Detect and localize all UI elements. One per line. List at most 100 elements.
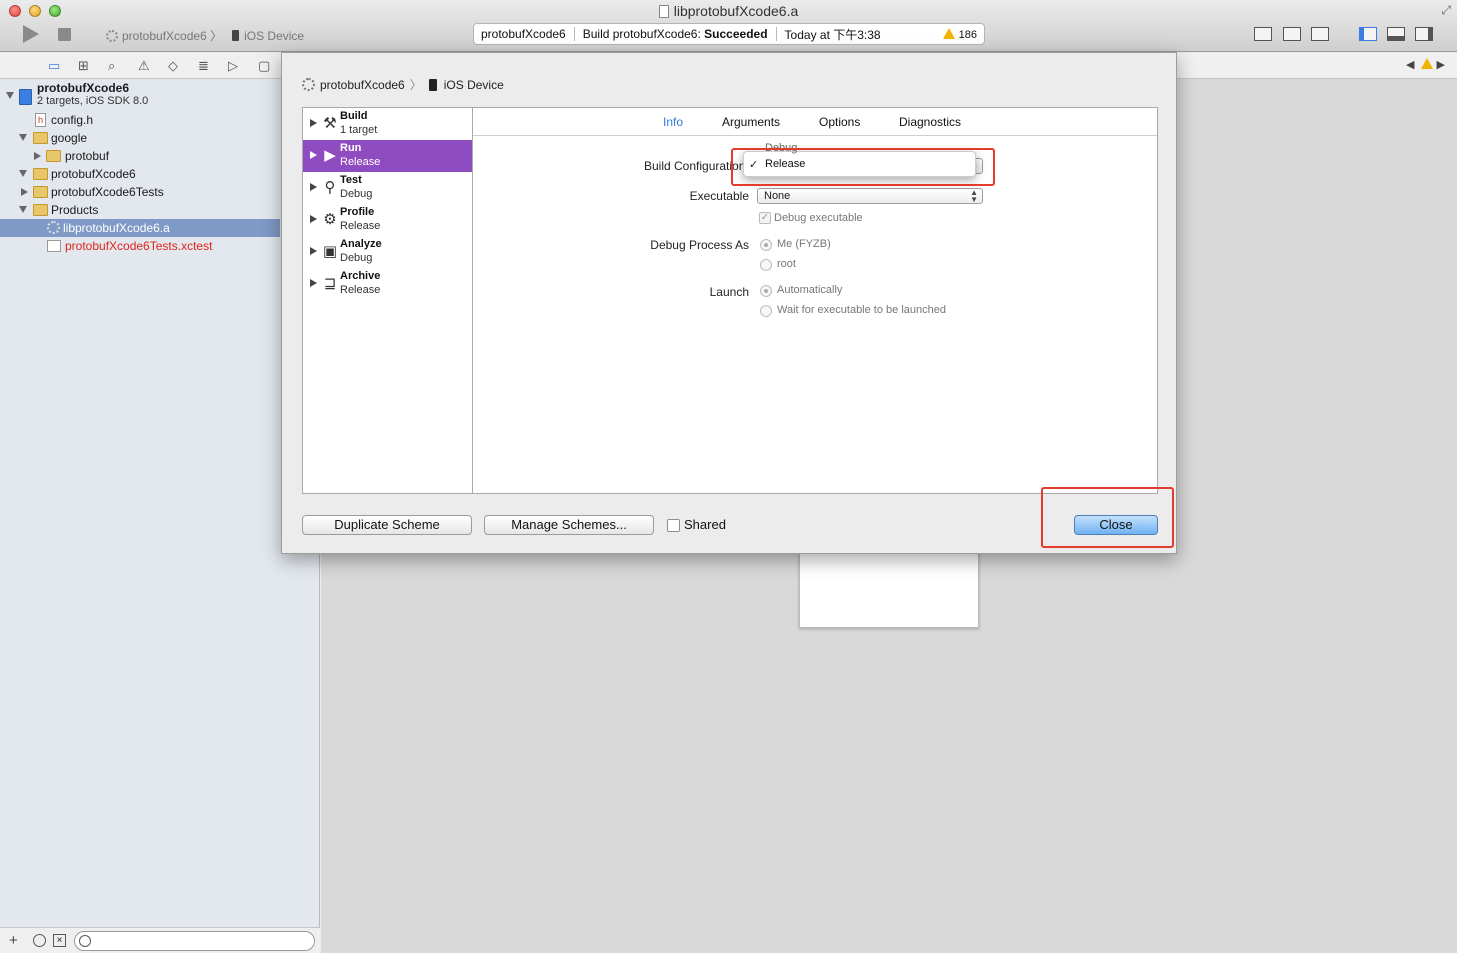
stop-button[interactable] (58, 28, 71, 41)
issue-navigator-icon[interactable]: ⚠ (138, 58, 150, 74)
analyze-icon: ▣ (322, 242, 338, 260)
document-icon (658, 5, 669, 18)
disclosure-icon[interactable] (310, 215, 317, 223)
tree-row-protobuf[interactable]: protobuf (0, 147, 280, 165)
debug-process-root-radio[interactable] (760, 259, 772, 271)
search-icon[interactable]: ⌕ (108, 58, 115, 74)
disclosure-icon[interactable] (19, 134, 27, 141)
tab-arguments[interactable]: Arguments (722, 115, 780, 129)
action-archive[interactable]: ⊒ Archive Release (303, 268, 472, 300)
launch-wait-radio[interactable] (760, 305, 772, 317)
tab-diagnostics[interactable]: Diagnostics (899, 115, 961, 129)
version-editor-icon[interactable] (1311, 27, 1329, 41)
disclosure-icon[interactable] (310, 183, 317, 191)
warning-icon (1421, 58, 1434, 69)
warning-icon (942, 27, 955, 39)
tree-row-protobufxcode6tests[interactable]: protobufXcode6Tests (0, 183, 280, 201)
tree-row-google[interactable]: google (0, 129, 280, 147)
folder-icon (46, 150, 61, 162)
folder-icon (33, 186, 48, 198)
shared-label: Shared (684, 517, 726, 532)
disclosure-icon[interactable] (310, 279, 317, 287)
action-analyze[interactable]: ▣ Analyze Debug (303, 236, 472, 268)
run-button[interactable] (23, 25, 39, 43)
tree-row-config-h[interactable]: h config.h (0, 111, 280, 129)
scheme-editor-sheet: protobufXcode6 〉 iOS Device ⚒ Build 1 targ… (281, 52, 1177, 554)
tree-row-products[interactable]: Products (0, 201, 280, 219)
window-title: libprotobufXcode6.a (0, 3, 1457, 19)
project-row[interactable]: protobufXcode6 2 targets, iOS SDK 8.0 (0, 80, 280, 112)
warning-badge[interactable]: 186 (942, 27, 977, 41)
build-configuration-label: Build Configuration (644, 159, 743, 173)
breakpoint-navigator-icon[interactable]: ▷ (228, 58, 238, 74)
tree-row-xctest[interactable]: protobufXcode6Tests.xctest (0, 237, 280, 255)
tree-row-libprotobufxcode6-a[interactable]: libprotobufXcode6.a (0, 219, 280, 237)
log-navigator-icon[interactable]: ▢ (258, 58, 270, 74)
debug-navigator-icon[interactable]: ≣ (198, 58, 209, 74)
project-icon (19, 89, 32, 105)
project-navigator: ▭ ⊞ ⌕ ⚠ ◇ ≣ ▷ ▢ protobufXcode6 2 targets… (0, 53, 320, 953)
action-test[interactable]: ⚲ Test Debug (303, 172, 472, 204)
disclosure-icon[interactable] (21, 188, 28, 196)
scheme-breadcrumb[interactable]: protobufXcode6 〉 iOS Device (302, 76, 504, 93)
assistant-editor-icon[interactable] (1283, 27, 1301, 41)
recent-files-icon[interactable] (33, 934, 46, 947)
folder-icon (33, 168, 48, 180)
disclosure-icon[interactable] (310, 119, 317, 127)
executable-label: Executable (689, 189, 749, 203)
add-icon[interactable]: + (9, 932, 18, 949)
test-navigator-icon[interactable]: ◇ (168, 58, 178, 74)
debug-process-label: Debug Process As (650, 238, 749, 252)
manage-schemes-button[interactable]: Manage Schemes... (484, 515, 654, 535)
debug-process-me-radio[interactable] (760, 239, 772, 251)
symbol-navigator-icon[interactable]: ⊞ (78, 58, 89, 74)
debug-executable-checkbox[interactable]: ✓ (759, 212, 771, 224)
filter-input[interactable] (74, 931, 315, 951)
launch-label: Launch (709, 285, 749, 299)
action-profile[interactable]: ⚙ Profile Release (303, 204, 472, 236)
scheme-selector[interactable]: protobufXcode6 〉 iOS Device (106, 27, 304, 44)
toggle-navigator-icon[interactable] (1359, 27, 1377, 41)
shared-checkbox[interactable] (667, 519, 680, 532)
disclosure-icon[interactable] (34, 152, 41, 160)
toggle-utilities-icon[interactable] (1415, 27, 1433, 41)
annotation-highlight-config (731, 148, 995, 186)
launch-automatically-radio[interactable] (760, 285, 772, 297)
navigator-filter-bar: + × (0, 927, 320, 953)
instruments-icon: ⚙ (323, 210, 337, 228)
debug-executable-label: Debug executable (774, 212, 863, 224)
navigator-selector-bar: ▭ ⊞ ⌕ ⚠ ◇ ≣ ▷ ▢ (0, 53, 319, 79)
folder-icon (33, 132, 48, 144)
tree-row-protobufxcode6[interactable]: protobufXcode6 (0, 165, 280, 183)
library-icon (47, 221, 60, 234)
activity-viewer: protobufXcode6 Build protobufXcode6: Suc… (473, 23, 985, 45)
bundle-icon (47, 240, 61, 252)
wrench-icon: ⚲ (324, 178, 336, 196)
fullscreen-icon[interactable]: ⤢ (1441, 3, 1451, 18)
play-icon: ▶ (324, 146, 336, 164)
toggle-debug-area-icon[interactable] (1387, 27, 1405, 41)
disclosure-icon[interactable] (6, 92, 14, 99)
disclosure-icon[interactable] (310, 247, 317, 255)
disclosure-icon[interactable] (19, 170, 27, 177)
folder-icon[interactable]: ▭ (48, 58, 60, 74)
folder-icon (33, 204, 48, 216)
issue-navigation[interactable]: ◀ ▶ (1406, 58, 1445, 71)
device-icon (232, 30, 240, 41)
tab-info[interactable]: Info (663, 115, 683, 129)
window-toolbar: libprotobufXcode6.a ⤢ protobufXcode6 〉 iO… (0, 0, 1457, 52)
action-run[interactable]: ▶ Run Release (303, 140, 472, 172)
tab-options[interactable]: Options (819, 115, 860, 129)
standard-editor-icon[interactable] (1254, 27, 1272, 41)
scheme-action-list: ⚒ Build 1 target ▶ Run Release ⚲ Test De… (302, 107, 473, 494)
source-control-filter-icon[interactable]: × (53, 934, 66, 947)
executable-popup[interactable]: None ▲ ▼ (757, 188, 983, 204)
disclosure-icon[interactable] (19, 206, 27, 213)
duplicate-scheme-button[interactable]: Duplicate Scheme (302, 515, 472, 535)
scheme-icon (302, 78, 315, 91)
archive-icon: ⊒ (323, 274, 337, 292)
disclosure-icon[interactable] (310, 151, 317, 159)
device-icon (428, 79, 437, 91)
scheme-icon (106, 30, 118, 42)
action-build[interactable]: ⚒ Build 1 target (303, 108, 472, 140)
